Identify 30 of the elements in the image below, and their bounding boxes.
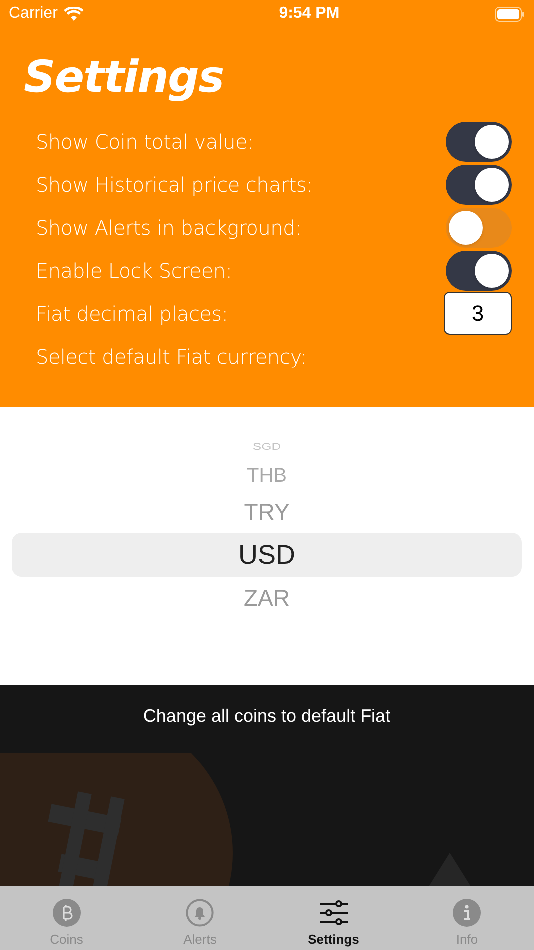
info-icon xyxy=(453,899,482,927)
picker-option[interactable]: SGD xyxy=(252,438,282,456)
picker-option[interactable]: TRY xyxy=(244,493,290,531)
setting-label: Select default Fiat currency: xyxy=(36,344,307,370)
wifi-icon xyxy=(64,7,84,21)
toggle-switch[interactable] xyxy=(446,164,512,204)
change-fiat-button[interactable]: Change all coins to default Fiat xyxy=(143,703,391,730)
picker-option[interactable]: USD xyxy=(12,533,522,577)
setting-label: Fiat decimal places: xyxy=(36,300,228,328)
setting-label: Enable Lock Screen: xyxy=(36,258,232,284)
toggle-switch[interactable] xyxy=(446,122,512,162)
tab-bar-item[interactable]: Settings xyxy=(267,886,400,950)
bell-icon xyxy=(186,899,214,927)
picker-option[interactable]: ZAR xyxy=(244,579,290,617)
setting-label: Show Historical price charts: xyxy=(36,172,313,198)
tab-bar-item[interactable]: Alerts xyxy=(134,886,267,950)
carrier-label: Carrier xyxy=(9,4,58,24)
page-title: Settings xyxy=(23,51,225,105)
sliders-icon xyxy=(320,899,348,927)
tab-bar-item[interactable]: Coins xyxy=(0,886,134,950)
clock-time: 9:54 PM xyxy=(279,4,340,24)
toggle-switch[interactable] xyxy=(446,250,512,290)
setting-label: Show Coin total value: xyxy=(36,128,254,156)
tab-bar-item[interactable]: Info xyxy=(400,886,534,950)
battery-icon xyxy=(494,6,525,22)
bitcoin-icon xyxy=(52,899,81,927)
setting-label: Show Alerts in background: xyxy=(36,214,302,242)
toggle-switch[interactable] xyxy=(446,208,512,248)
picker-option[interactable]: THB xyxy=(247,459,287,493)
decimal-places-field[interactable]: 3 xyxy=(444,292,512,335)
